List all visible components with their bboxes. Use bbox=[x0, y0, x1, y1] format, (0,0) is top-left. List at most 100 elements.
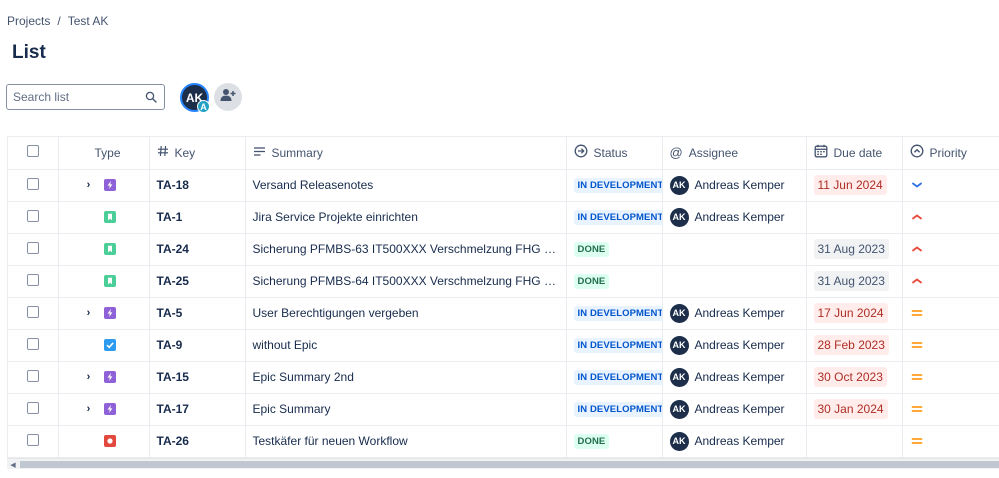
status-lozenge[interactable]: IN DEVELOPMENT bbox=[573, 306, 661, 321]
issue-summary[interactable]: User Berechtigungen vergeben bbox=[253, 306, 419, 320]
search-icon[interactable] bbox=[144, 90, 158, 104]
table-row[interactable]: TA-1 Jira Service Projekte einrichten IN… bbox=[8, 201, 999, 234]
summary-cell[interactable]: Sicherung PFMBS-63 IT500XXX Verschmelzun… bbox=[245, 233, 567, 266]
status-lozenge[interactable]: IN DEVELOPMENT bbox=[573, 210, 661, 225]
assignee-cell[interactable]: AK Andreas Kemper bbox=[662, 201, 807, 234]
column-header-summary[interactable]: Summary bbox=[245, 137, 567, 170]
issue-key-link[interactable]: TA-17 bbox=[157, 402, 189, 416]
table-row[interactable]: › TA-15 Epic Summary 2nd IN DEVELOPMENT … bbox=[8, 361, 999, 394]
equals-icon[interactable] bbox=[910, 372, 993, 382]
summary-cell[interactable]: without Epic bbox=[245, 329, 567, 362]
equals-icon[interactable] bbox=[910, 340, 993, 350]
priority-cell[interactable] bbox=[902, 329, 999, 362]
status-lozenge[interactable]: DONE bbox=[573, 434, 610, 449]
summary-cell[interactable]: User Berechtigungen vergeben bbox=[245, 297, 567, 330]
summary-cell[interactable]: Epic Summary 2nd bbox=[245, 361, 567, 394]
issue-key-link[interactable]: TA-24 bbox=[157, 242, 189, 256]
table-row[interactable]: › TA-17 Epic Summary IN DEVELOPMENT AK A… bbox=[8, 393, 999, 426]
due-date-cell[interactable]: 31 Aug 2023 bbox=[806, 233, 903, 266]
table-row[interactable]: TA-26 Testkäfer für neuen Workflow DONE … bbox=[8, 425, 999, 458]
breadcrumb-project-link[interactable]: Test AK bbox=[68, 14, 109, 28]
horizontal-scrollbar[interactable]: ◀ bbox=[7, 458, 999, 469]
issue-summary[interactable]: Versand Releasenotes bbox=[253, 178, 374, 192]
assignee-cell[interactable]: AK Andreas Kemper bbox=[662, 169, 807, 202]
row-checkbox[interactable] bbox=[26, 337, 39, 350]
status-cell[interactable]: IN DEVELOPMENT bbox=[566, 393, 663, 426]
assignee-cell[interactable] bbox=[662, 233, 807, 266]
status-cell[interactable]: IN DEVELOPMENT bbox=[566, 361, 663, 394]
issue-key-link[interactable]: TA-9 bbox=[157, 338, 183, 352]
status-lozenge[interactable]: IN DEVELOPMENT bbox=[573, 370, 661, 385]
issue-summary[interactable]: Testkäfer für neuen Workflow bbox=[253, 434, 408, 448]
status-cell[interactable]: DONE bbox=[566, 425, 663, 458]
chevron-up-icon[interactable] bbox=[910, 276, 993, 286]
assignee-cell[interactable]: AK Andreas Kemper bbox=[662, 297, 807, 330]
equals-icon[interactable] bbox=[910, 404, 993, 414]
expand-chevron-icon[interactable]: › bbox=[84, 403, 94, 415]
issue-summary[interactable]: Sicherung PFMBS-63 IT500XXX Verschmelzun… bbox=[253, 242, 566, 256]
issue-summary[interactable]: Epic Summary 2nd bbox=[253, 370, 354, 384]
expand-chevron-icon[interactable]: › bbox=[84, 307, 94, 319]
chevron-up-icon[interactable] bbox=[910, 244, 993, 254]
table-row[interactable]: TA-24 Sicherung PFMBS-63 IT500XXX Versch… bbox=[8, 233, 999, 266]
column-header-type[interactable]: Type bbox=[58, 137, 150, 170]
status-cell[interactable]: IN DEVELOPMENT bbox=[566, 329, 663, 362]
summary-cell[interactable]: Epic Summary bbox=[245, 393, 567, 426]
row-checkbox[interactable] bbox=[26, 241, 39, 254]
issue-key-link[interactable]: TA-5 bbox=[157, 306, 183, 320]
equals-icon[interactable] bbox=[910, 308, 993, 318]
priority-cell[interactable] bbox=[902, 201, 999, 234]
summary-cell[interactable]: Testkäfer für neuen Workflow bbox=[245, 425, 567, 458]
row-checkbox[interactable] bbox=[26, 177, 39, 190]
status-lozenge[interactable]: DONE bbox=[573, 274, 610, 289]
issue-summary[interactable]: without Epic bbox=[253, 338, 318, 352]
column-header-due-date[interactable]: Due date bbox=[806, 137, 903, 170]
due-date-cell[interactable]: 28 Feb 2023 bbox=[806, 329, 903, 362]
scrollbar-thumb[interactable] bbox=[20, 461, 999, 468]
issue-key-link[interactable]: TA-1 bbox=[157, 210, 183, 224]
issue-summary[interactable]: Epic Summary bbox=[253, 402, 331, 416]
issue-key-link[interactable]: TA-18 bbox=[157, 178, 189, 192]
column-header-priority[interactable]: Priority bbox=[902, 137, 999, 170]
due-date-cell[interactable]: 11 Jun 2024 bbox=[806, 169, 903, 202]
row-checkbox[interactable] bbox=[26, 401, 39, 414]
issue-summary[interactable]: Jira Service Projekte einrichten bbox=[253, 210, 418, 224]
summary-cell[interactable]: Versand Releasenotes bbox=[245, 169, 567, 202]
table-row[interactable]: › TA-5 User Berechtigungen vergeben IN D… bbox=[8, 297, 999, 330]
status-lozenge[interactable]: IN DEVELOPMENT bbox=[573, 338, 661, 353]
assignee-cell[interactable]: AK Andreas Kemper bbox=[662, 393, 807, 426]
column-header-key[interactable]: Key bbox=[149, 137, 246, 170]
expand-chevron-icon[interactable]: › bbox=[84, 371, 94, 383]
chevron-up-icon[interactable] bbox=[910, 212, 993, 222]
assignee-cell[interactable]: AK Andreas Kemper bbox=[662, 329, 807, 362]
issue-key-link[interactable]: TA-25 bbox=[157, 274, 189, 288]
priority-cell[interactable] bbox=[902, 393, 999, 426]
due-date-cell[interactable]: 30 Oct 2023 bbox=[806, 361, 903, 394]
status-cell[interactable]: IN DEVELOPMENT bbox=[566, 169, 663, 202]
status-lozenge[interactable]: DONE bbox=[573, 242, 610, 257]
due-date-cell[interactable]: 31 Aug 2023 bbox=[806, 265, 903, 298]
row-checkbox[interactable] bbox=[26, 305, 39, 318]
assignee-cell[interactable]: AK Andreas Kemper bbox=[662, 361, 807, 394]
table-row[interactable]: › TA-18 Versand Releasenotes IN DEVELOPM… bbox=[8, 169, 999, 202]
priority-cell[interactable] bbox=[902, 297, 999, 330]
status-cell[interactable]: DONE bbox=[566, 233, 663, 266]
priority-cell[interactable] bbox=[902, 425, 999, 458]
priority-cell[interactable] bbox=[902, 361, 999, 394]
equals-icon[interactable] bbox=[910, 436, 993, 446]
table-row[interactable]: TA-9 without Epic IN DEVELOPMENT AK Andr… bbox=[8, 329, 999, 362]
issue-summary[interactable]: Sicherung PFMBS-64 IT500XXX Verschmelzun… bbox=[253, 274, 566, 288]
row-checkbox[interactable] bbox=[26, 209, 39, 222]
issue-key-link[interactable]: TA-15 bbox=[157, 370, 189, 384]
assignee-cell[interactable] bbox=[662, 265, 807, 298]
scroll-left-arrow-icon[interactable]: ◀ bbox=[8, 460, 18, 469]
add-people-button[interactable] bbox=[214, 83, 242, 111]
column-header-status[interactable]: Status bbox=[566, 137, 663, 170]
search-input[interactable] bbox=[13, 90, 138, 104]
due-date-cell[interactable] bbox=[806, 201, 903, 234]
expand-chevron-icon[interactable]: › bbox=[84, 179, 94, 191]
row-checkbox[interactable] bbox=[26, 369, 39, 382]
status-lozenge[interactable]: IN DEVELOPMENT bbox=[573, 178, 661, 193]
status-cell[interactable]: IN DEVELOPMENT bbox=[566, 201, 663, 234]
select-all-checkbox[interactable] bbox=[26, 145, 39, 158]
